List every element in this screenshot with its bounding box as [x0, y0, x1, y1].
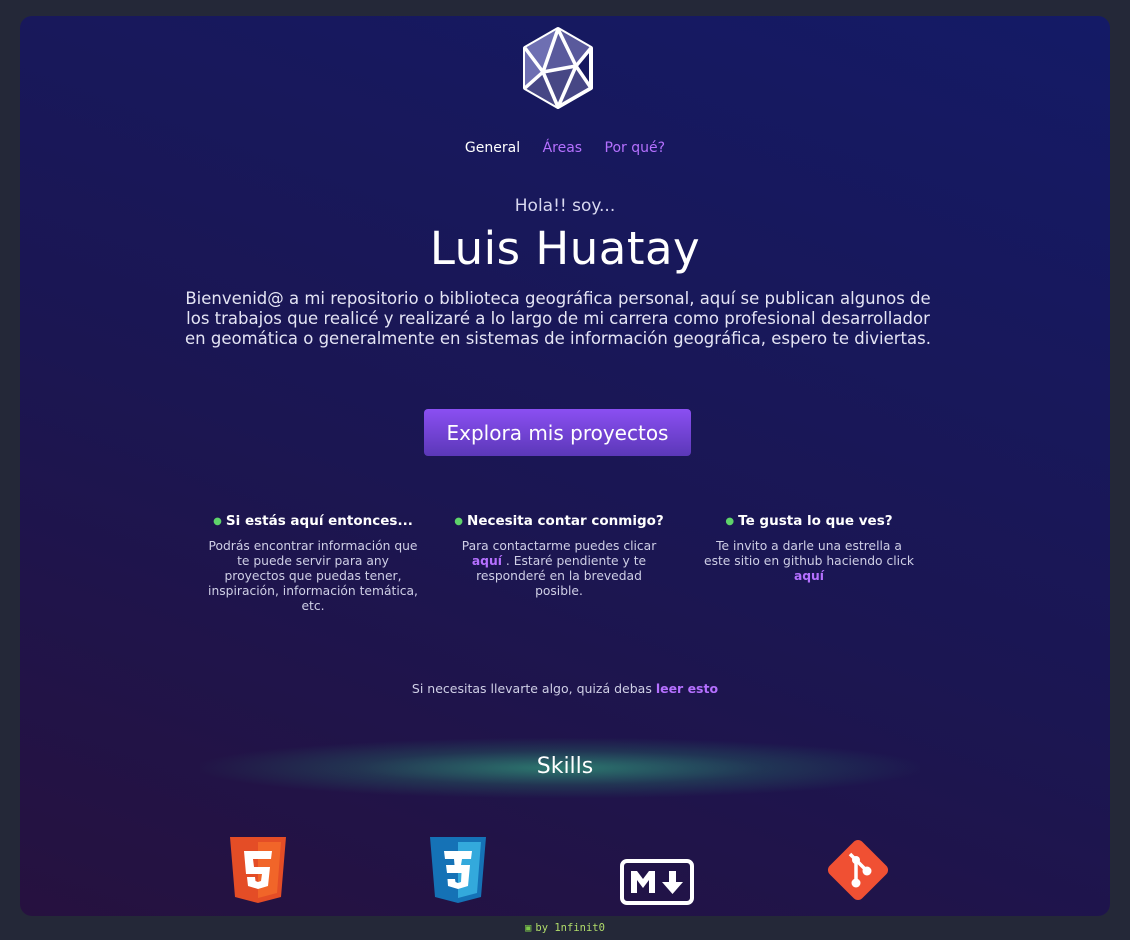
footer: ▣ by 1nfinit0: [525, 922, 605, 934]
info-column-here: ● Si estás aquí entonces... Podrás encont…: [208, 513, 418, 614]
github-star-link[interactable]: aquí: [794, 569, 824, 583]
explore-projects-button[interactable]: Explora mis proyectos: [424, 409, 691, 456]
info-column-contact: ● Necesita contar conmigo? Para contactar…: [454, 513, 664, 599]
skills-heading: Skills: [536, 754, 594, 779]
html5-icon: [230, 837, 286, 903]
info-column-github: ● Te gusta lo que ves? Te invito a darle …: [704, 513, 914, 584]
polyhedron-logo-icon[interactable]: [521, 26, 595, 110]
main-card: General Áreas Por qué? Hola!! soy... Lui…: [20, 16, 1110, 916]
column-text: Para contactarme puedes clicar aquí . Es…: [461, 539, 657, 598]
column-text: Podrás encontrar información que te pued…: [208, 539, 418, 613]
bullet-icon: ●: [213, 515, 222, 527]
main-nav: General Áreas Por qué?: [20, 140, 1110, 156]
column-heading: ● Si estás aquí entonces...: [213, 513, 413, 529]
column-text: Te invito a darle una estrella a este si…: [704, 539, 914, 583]
bullet-icon: ●: [454, 515, 464, 527]
git-icon: [827, 839, 889, 901]
greeting-text: Hola!! soy...: [514, 196, 616, 216]
column-heading: ● Te gusta lo que ves?: [725, 513, 893, 529]
markdown-icon: [620, 859, 694, 905]
intro-paragraph: Bienvenid@ a mi repositorio o biblioteca…: [185, 289, 931, 348]
camera-icon: ▣: [525, 922, 532, 934]
read-this-link[interactable]: leer esto: [656, 681, 718, 696]
read-this-note: Si necesitas llevarte algo, quizá debas …: [411, 681, 719, 696]
css3-icon: [430, 837, 486, 903]
bullet-icon: ●: [725, 515, 735, 527]
column-heading: ● Necesita contar conmigo?: [454, 513, 664, 529]
contact-link[interactable]: aquí: [472, 554, 502, 568]
nav-item-general[interactable]: General: [465, 140, 520, 156]
page-title: Luis Huatay: [429, 222, 701, 275]
nav-item-por-que[interactable]: Por qué?: [605, 140, 666, 156]
nav-item-areas[interactable]: Áreas: [543, 140, 583, 156]
